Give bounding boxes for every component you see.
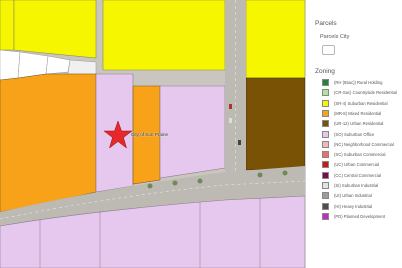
zoning-legend-item: (NC) Neighborhood Commercial [322, 140, 394, 149]
parcel-sr4-top-right[interactable] [245, 0, 305, 79]
zoning-swatch [322, 120, 329, 128]
parcel-white-4[interactable] [67, 59, 97, 75]
zoning-label: (HI) Heavy Industrial [334, 203, 373, 209]
zoning-legend-item: (UI) Urban Industrial [322, 191, 372, 200]
zoning-swatch [322, 161, 329, 169]
parcel-ur12-east[interactable] [245, 77, 305, 171]
tree [257, 172, 263, 178]
zoning-swatch [322, 130, 329, 138]
zoning-title: Zoning [315, 68, 335, 75]
legend-title: Parcels [315, 20, 337, 27]
zoning-legend-item: (HI) Heavy Industrial [322, 202, 372, 211]
parcel-sr4-top-center[interactable] [102, 0, 226, 71]
zoning-label: (MR-8) Mixed Residential [334, 110, 382, 116]
zoning-label: (CR-Sac) Countryside Residential [334, 90, 397, 96]
parcel-sr4-top-mid[interactable] [13, 0, 97, 59]
tree [282, 170, 288, 176]
zoning-legend-item: (SI) Suburban Industrial [322, 181, 378, 190]
map-app: City of Sun Prairie Parcels Parcels City… [0, 0, 402, 268]
zoning-label: (SC) Suburban Commercial [334, 152, 386, 158]
parcel-swatch [322, 45, 335, 55]
map-view[interactable]: City of Sun Prairie [0, 0, 305, 268]
zoning-legend-item: (UC) Urban Commercial [322, 160, 379, 169]
zoning-legend-item: (SO) Suburban Office [322, 130, 374, 139]
parcel-mr8-west[interactable] [0, 73, 97, 213]
zoning-legend-item: (SR-4) Suburban Residential [322, 99, 388, 108]
zoning-swatch [322, 171, 329, 179]
zoning-label: (UI) Urban Industrial [334, 193, 372, 199]
parcel-layer-label: Parcels City [320, 34, 350, 40]
zoning-swatch [322, 89, 329, 97]
zoning-swatch [322, 109, 329, 117]
zoning-label: (SI) Suburban Industrial [334, 183, 379, 188]
zoning-swatch [322, 151, 329, 159]
tree [172, 180, 178, 186]
zoning-swatch [322, 202, 329, 210]
zoning-swatch [322, 79, 329, 86]
zoning-legend-item: (PD) Planned Development [322, 212, 385, 221]
zoning-label: (UR-12) Urban Residential [334, 121, 384, 127]
zoning-swatch [322, 212, 329, 220]
zoning-legend-item: (CR-Sac) Countryside Residential [322, 88, 397, 97]
parcel-so-center[interactable] [159, 85, 226, 179]
zoning-label: (UC) Urban Commercial [334, 162, 379, 168]
zoning-swatch [322, 182, 329, 189]
zoning-swatch [322, 140, 329, 148]
zoning-legend-item: (RH (55ac)) Rural Holding [322, 78, 382, 87]
zoning-swatch [322, 99, 329, 107]
vehicle-marker [229, 104, 232, 109]
zoning-label: (PD) Planned Development [334, 213, 385, 219]
place-label: City of Sun Prairie [131, 132, 169, 137]
zoning-legend-item: (SC) Suburban Commercial [322, 150, 385, 159]
zoning-label: (CC) Central Commercial [334, 172, 381, 178]
zoning-label: (NC) Neighborhood Commercial [334, 141, 394, 147]
zoning-label: (RH (55ac)) Rural Holding [334, 80, 383, 85]
vehicle-marker [238, 140, 241, 145]
zoning-legend-item: (CC) Central Commercial [322, 171, 381, 180]
parcel-sr4-top-left[interactable] [0, 0, 15, 51]
zoning-swatch [322, 192, 329, 200]
legend-panel: Parcels Parcels City Zoning (RH (55ac)) … [305, 0, 402, 268]
zoning-label: (SR-4) Suburban Residential [334, 100, 388, 106]
tree [147, 183, 153, 189]
vehicle-marker [229, 118, 232, 123]
zoning-legend-item: (UR-12) Urban Residential [322, 119, 383, 128]
parcel-white-1[interactable] [0, 49, 21, 81]
zoning-legend-item: (MR-8) Mixed Residential [322, 109, 381, 118]
zoning-label: (SO) Suburban Office [334, 131, 375, 137]
tree [197, 178, 203, 184]
